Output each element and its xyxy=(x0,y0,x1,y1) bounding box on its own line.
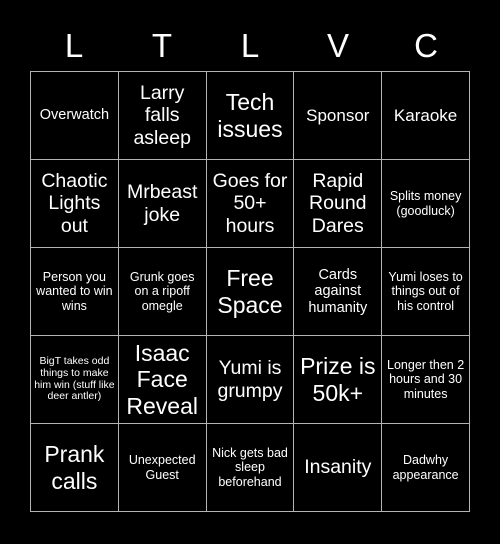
bingo-cell[interactable]: Overwatch xyxy=(31,72,119,160)
bingo-cell-label: Overwatch xyxy=(39,107,110,124)
bingo-cell-label: Larry falls asleep xyxy=(133,82,191,149)
bingo-cell-label: BigT takes odd things to make him win (s… xyxy=(34,354,115,403)
bingo-cell[interactable]: BigT takes odd things to make him win (s… xyxy=(31,336,119,424)
bingo-cell-label: Insanity xyxy=(304,456,372,479)
bingo-cell-label: Tech issues xyxy=(217,89,283,142)
bingo-cell[interactable]: Nick gets bad sleep beforehand xyxy=(206,424,295,512)
bingo-cell[interactable]: Larry falls asleep xyxy=(118,72,207,160)
bingo-cell-label: Yumi loses to things out of his control xyxy=(388,270,463,313)
header-letter-1: L xyxy=(64,26,84,64)
bingo-cell-label: Nick gets bad sleep beforehand xyxy=(212,446,288,489)
bingo-cell[interactable]: Mrbeast joke xyxy=(118,160,207,248)
bingo-cell[interactable]: Isaac Face Reveal xyxy=(118,336,207,424)
bingo-cell[interactable]: Insanity xyxy=(294,424,383,512)
bingo-cell-free-space[interactable]: Free Space xyxy=(206,248,295,336)
bingo-cell[interactable]: Cards against humanity xyxy=(294,248,383,336)
bingo-cell[interactable]: Prize is 50k+ xyxy=(294,336,383,424)
bingo-cell-label: Isaac Face Reveal xyxy=(126,340,198,419)
bingo-cell[interactable]: Dadwhy appearance xyxy=(382,424,470,512)
bingo-cell[interactable]: Tech issues xyxy=(206,72,295,160)
bingo-cell[interactable]: Rapid Round Dares xyxy=(294,160,383,248)
bingo-cell-label: Person you wanted to win wins xyxy=(36,270,113,313)
bingo-cell-label: Grunk goes on a ripoff omegle xyxy=(129,270,195,313)
bingo-header-row: L T L V C xyxy=(30,20,470,70)
bingo-cell-label: Unexpected Guest xyxy=(128,453,196,482)
bingo-cell-label: Goes for 50+ hours xyxy=(212,170,288,237)
bingo-card: L T L V C Overwatch Larry falls asleep Tec… xyxy=(0,0,500,544)
header-letter-2: T xyxy=(151,26,173,64)
bingo-cell[interactable]: Grunk goes on a ripoff omegle xyxy=(118,248,207,336)
bingo-cell[interactable]: Chaotic Lights out xyxy=(31,160,119,248)
bingo-cell-label: Cards against humanity xyxy=(308,266,368,316)
bingo-cell[interactable]: Person you wanted to win wins xyxy=(31,248,119,336)
bingo-cell[interactable]: Yumi loses to things out of his control xyxy=(382,248,470,336)
bingo-cell-label: Sponsor xyxy=(306,105,370,125)
bingo-cell[interactable]: Yumi is grumpy xyxy=(206,336,295,424)
bingo-cell[interactable]: Prank calls xyxy=(31,424,119,512)
bingo-cell-label: Chaotic Lights out xyxy=(41,170,108,237)
header-letter-4: V xyxy=(326,26,349,64)
header-letter-3: L xyxy=(240,26,260,64)
bingo-cell-label: Yumi is grumpy xyxy=(217,357,283,402)
bingo-cell[interactable]: Unexpected Guest xyxy=(118,424,207,512)
bingo-cell-label: Karaoke xyxy=(393,105,458,125)
bingo-cell-label: Dadwhy appearance xyxy=(392,453,459,482)
header-letter-5: C xyxy=(414,26,438,64)
bingo-cell[interactable]: Karaoke xyxy=(382,72,470,160)
bingo-cell-label: Longer then 2 hours and 30 minutes xyxy=(387,358,465,401)
bingo-grid: Overwatch Larry falls asleep Tech issues Sp… xyxy=(30,71,470,512)
bingo-cell-label: Prank calls xyxy=(44,441,105,494)
bingo-cell[interactable]: Splits money (goodluck) xyxy=(382,160,470,248)
bingo-cell[interactable]: Longer then 2 hours and 30 minutes xyxy=(382,336,470,424)
bingo-cell[interactable]: Sponsor xyxy=(294,72,383,160)
bingo-cell-label: Free Space xyxy=(217,265,283,318)
bingo-cell-label: Splits money (goodluck) xyxy=(389,189,462,218)
bingo-cell-label: Prize is 50k+ xyxy=(300,353,376,406)
bingo-cell-label: Rapid Round Dares xyxy=(309,170,367,237)
bingo-cell-label: Mrbeast joke xyxy=(126,181,198,226)
bingo-cell[interactable]: Goes for 50+ hours xyxy=(206,160,295,248)
